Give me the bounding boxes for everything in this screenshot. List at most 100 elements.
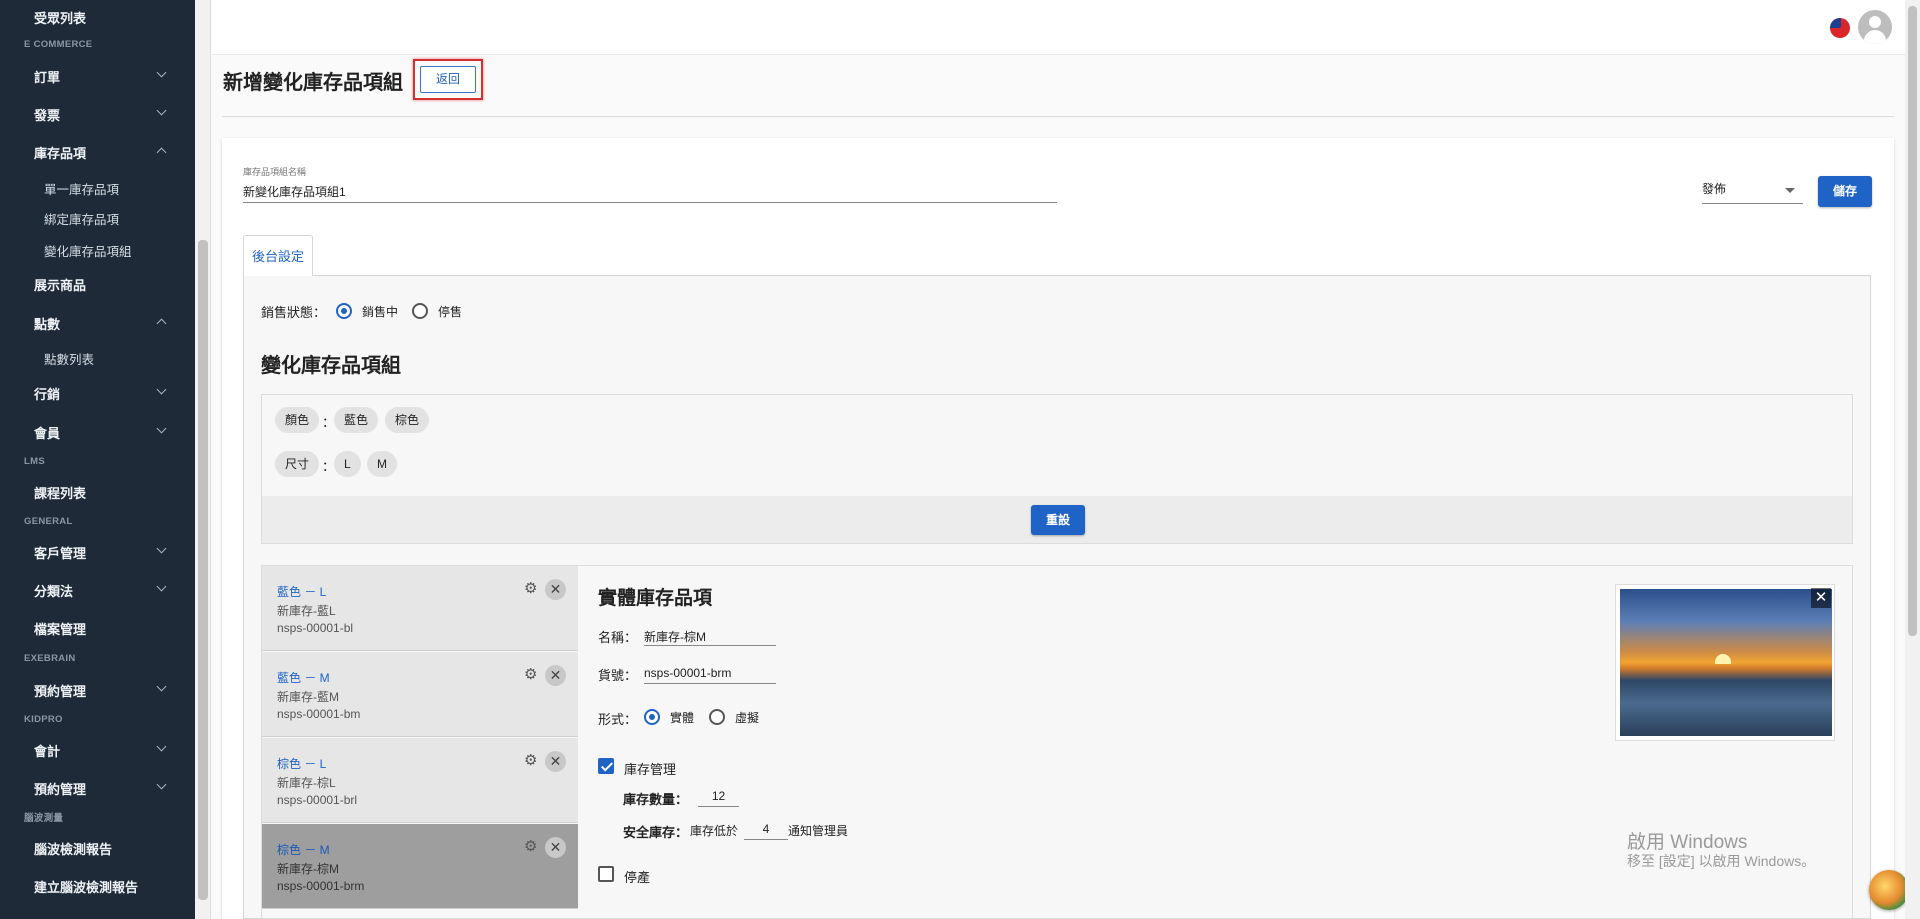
sidebar-item[interactable]: 腦波檢測報告 xyxy=(34,839,112,858)
sidebar-section-header: GENERAL xyxy=(24,516,73,527)
variant-list-item[interactable]: 棕色 － L 新庫存-棕L nsps-00001-brl ⚙ ✕ xyxy=(262,738,578,823)
sidebar-item[interactable]: 檔案管理 xyxy=(34,619,86,638)
safety-stock-input[interactable]: 4 xyxy=(744,822,788,840)
form-virtual-radio[interactable] xyxy=(709,709,725,725)
stock-qty-input[interactable]: 12 xyxy=(698,789,739,807)
sidebar-item[interactable]: 發票 xyxy=(34,105,60,124)
sale-off-radio[interactable] xyxy=(412,303,428,319)
chevron-down-icon[interactable] xyxy=(156,581,167,592)
sidebar-item[interactable]: 訂單 xyxy=(34,67,60,86)
attribute-value-chip[interactable]: L xyxy=(334,451,361,477)
stock-management-checkbox[interactable] xyxy=(598,758,614,774)
item-name-label: 名稱： xyxy=(598,630,638,645)
sidebar-item[interactable]: 預約管理 xyxy=(34,779,86,798)
windows-activation-title: 啟用 Windows xyxy=(1627,832,1748,853)
attribute-name-chip[interactable]: 尺寸 xyxy=(275,451,320,477)
variant-name: 棕色 － L xyxy=(277,757,327,771)
tab-backend-settings[interactable]: 後台設定 xyxy=(243,235,313,276)
item-sku-label: 貨號： xyxy=(598,668,638,683)
variant-list-item[interactable]: 藍色 － M 新庫存-藍M nsps-00001-bm ⚙ ✕ xyxy=(262,652,578,737)
remove-circle-icon[interactable]: ✕ xyxy=(545,837,566,858)
chevron-down-icon[interactable] xyxy=(156,779,167,790)
attribute-name-chip[interactable]: 顏色 xyxy=(275,407,320,433)
variant-name: 藍色 － M xyxy=(277,671,330,685)
header-divider xyxy=(222,116,1894,117)
sidebar-item[interactable]: 展示商品 xyxy=(34,275,86,294)
chevron-down-icon[interactable] xyxy=(156,67,167,78)
chevron-down-icon[interactable] xyxy=(156,105,167,116)
sidebar-item[interactable]: 建立腦波檢測報告 xyxy=(34,877,138,896)
sunset-image xyxy=(1620,589,1832,736)
variant-name: 藍色 － L xyxy=(277,585,327,599)
user-avatar-icon[interactable] xyxy=(1858,10,1892,44)
gear-icon[interactable]: ⚙ xyxy=(524,667,538,682)
remove-circle-icon[interactable]: ✕ xyxy=(545,665,566,686)
taiwan-flag-icon[interactable] xyxy=(1830,18,1850,38)
sale-on-label: 銷售中 xyxy=(362,305,399,319)
remove-circle-icon[interactable]: ✕ xyxy=(545,751,566,772)
variant-list-item[interactable]: 棕色 － M 新庫存-棕M nsps-00001-brm ⚙ ✕ xyxy=(262,824,578,909)
sidebar-item[interactable]: 會員 xyxy=(34,423,60,442)
remove-circle-icon[interactable]: ✕ xyxy=(545,579,566,600)
item-sku-input[interactable]: nsps-00001-brm xyxy=(644,666,776,684)
variant-title: 新庫存-棕L xyxy=(277,776,336,790)
variant-name: 棕色 － M xyxy=(277,843,330,857)
form-physical-radio[interactable] xyxy=(644,709,660,725)
back-button[interactable]: 返回 xyxy=(420,66,476,93)
sidebar-subitem[interactable]: 綁定庫存品項 xyxy=(44,209,119,228)
chevron-up-icon[interactable] xyxy=(156,318,167,329)
chevron-down-icon[interactable] xyxy=(156,423,167,434)
save-button[interactable]: 儲存 xyxy=(1818,176,1872,207)
back-button-highlight: 返回 xyxy=(413,59,483,100)
safety-stock-prefix: 庫存低於 xyxy=(690,824,739,838)
safety-stock-suffix: 通知管理員 xyxy=(788,824,849,838)
sale-off-label: 停售 xyxy=(438,305,463,319)
sidebar-subitem[interactable]: 點數列表 xyxy=(44,349,94,368)
attribute-value-chip[interactable]: 藍色 xyxy=(334,407,379,433)
chevron-up-icon[interactable] xyxy=(156,147,167,158)
main-scrollbar[interactable] xyxy=(1905,0,1920,919)
floating-app-icon[interactable] xyxy=(1869,870,1909,910)
variant-group-title: 變化庫存品項組 xyxy=(261,355,401,377)
chevron-down-icon[interactable] xyxy=(156,543,167,554)
sale-on-radio[interactable] xyxy=(336,303,352,319)
sidebar-subitem[interactable]: 變化庫存品項組 xyxy=(44,241,132,260)
sidebar-item[interactable]: 點數 xyxy=(34,314,60,333)
item-name-input[interactable]: 新庫存-棕M xyxy=(644,628,776,646)
chevron-down-icon[interactable] xyxy=(156,741,167,752)
sidebar-subitem[interactable]: 單一庫存品項 xyxy=(44,179,119,198)
sidebar-item[interactable]: 分類法 xyxy=(34,581,73,600)
stock-qty-label: 庫存數量： xyxy=(623,792,689,807)
publish-select[interactable]: 發佈 xyxy=(1702,180,1803,204)
main-scrollbar-thumb[interactable] xyxy=(1908,6,1917,636)
attribute-value-chip[interactable]: M xyxy=(367,451,397,477)
sidebar-item[interactable]: 課程列表 xyxy=(34,483,86,502)
gear-icon[interactable]: ⚙ xyxy=(524,581,538,596)
page-title: 新增變化庫存品項組 xyxy=(223,72,403,94)
sidebar-scrollbar-thumb[interactable] xyxy=(198,240,208,900)
attribute-colon: ： xyxy=(322,415,336,430)
chevron-down-icon[interactable] xyxy=(156,681,167,692)
close-icon[interactable]: ✕ xyxy=(1811,588,1831,608)
reset-button[interactable]: 重設 xyxy=(1031,505,1085,535)
attribute-value-chip[interactable]: 棕色 xyxy=(385,407,430,433)
safety-stock-label: 安全庫存： xyxy=(623,825,689,840)
chevron-down-icon[interactable] xyxy=(156,384,167,395)
variant-sku: nsps-00001-bl xyxy=(277,621,354,635)
sidebar-scrollbar[interactable] xyxy=(195,0,211,919)
sidebar-item[interactable]: 受眾列表 xyxy=(34,8,86,27)
gear-icon[interactable]: ⚙ xyxy=(524,753,538,768)
sidebar-item[interactable]: 行銷 xyxy=(34,384,60,403)
sidebar-item[interactable]: 預約管理 xyxy=(34,681,86,700)
publish-select-value: 發佈 xyxy=(1702,182,1727,196)
sidebar-item[interactable]: 客戶管理 xyxy=(34,543,86,562)
item-image xyxy=(1615,584,1835,741)
sidebar-item[interactable]: 會計 xyxy=(34,741,60,760)
sidebar-section-header: EXEBRAIN xyxy=(24,653,76,664)
sidebar-item[interactable]: 庫存品項 xyxy=(34,143,86,162)
stock-management-label: 庫存管理 xyxy=(624,762,677,777)
group-name-input[interactable]: 新變化庫存品項組1 xyxy=(243,183,1057,203)
variant-list-item[interactable]: 藍色 － L 新庫存-藍L nsps-00001-bl ⚙ ✕ xyxy=(262,566,578,651)
discontinued-checkbox[interactable] xyxy=(598,866,614,882)
gear-icon[interactable]: ⚙ xyxy=(524,839,538,854)
